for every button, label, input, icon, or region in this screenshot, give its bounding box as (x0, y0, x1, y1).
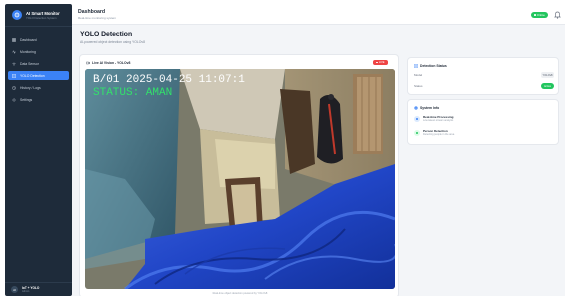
brand[interactable]: AI Smart Monitor YOLO Detection System (5, 4, 72, 27)
model-label: Model (414, 73, 423, 77)
bell-icon[interactable] (554, 11, 561, 19)
header-title: Dashboard (78, 9, 106, 15)
page-title: YOLO Detection (80, 31, 133, 38)
avatar: AI (11, 286, 18, 293)
live-dot-icon (376, 61, 378, 64)
detection-status-card: Detection Status Model YOLOv8 Status Act… (407, 57, 559, 95)
overlay-timestamp: B/01 2025-04-25 11:07:1 (93, 74, 245, 86)
online-status-label: Online (536, 13, 545, 17)
sidebar-item-label: Settings (20, 97, 33, 102)
live-badge-label: LIVE (378, 61, 385, 64)
sidebar-item-yolo-detection[interactable]: YOLO Detection (8, 71, 69, 80)
sidebar: AI Smart Monitor YOLO Detection System D… (5, 4, 72, 296)
online-status-badge: Online (531, 12, 548, 18)
sidebar-item-label: History / Logs (20, 85, 41, 90)
system-info-item-person: Person Detection Detecting people in the… (414, 129, 554, 139)
system-info-item-desc: Detecting people in the area (423, 133, 455, 136)
status-badge: Active (541, 83, 554, 89)
person-icon (414, 130, 420, 136)
info-icon (414, 106, 418, 110)
brand-logo-icon (12, 10, 22, 20)
page-subtitle: AI-powered object detection using YOLOv8 (80, 40, 145, 44)
system-info-title: System Info (420, 106, 440, 110)
sidebar-nav: Dashboard Monitoring Data Sensor YOLO De… (5, 27, 72, 104)
live-badge: LIVE (373, 60, 388, 65)
feed-title: Live AI Vision - YOLOv8 (92, 61, 131, 65)
pulse-icon (12, 49, 16, 54)
processing-icon (414, 116, 420, 122)
grid-icon (12, 37, 16, 42)
live-feed-card: Live AI Vision - YOLOv8 LIVE B/01 2025-0… (79, 54, 399, 296)
status-row: Status Active (414, 83, 554, 90)
sidebar-item-label: YOLO Detection (20, 73, 45, 78)
model-value-badge: YOLOv8 (541, 72, 554, 78)
gear-icon (12, 97, 16, 102)
sidebar-item-label: Dashboard (20, 37, 37, 42)
sidebar-item-label: Data Sensor (20, 61, 39, 66)
camera-frame-image: B/01 2025-04-25 11:07:1 STATUS: AMAN (85, 69, 395, 289)
clock-icon (12, 85, 16, 90)
sidebar-item-settings[interactable]: Settings (8, 95, 69, 104)
overlay-status: STATUS: AMAN (93, 87, 172, 99)
user-profile[interactable]: AI IoT + YOLO Admin (5, 282, 72, 296)
sidebar-item-dashboard[interactable]: Dashboard (8, 35, 69, 44)
camera-icon (86, 61, 90, 65)
system-info-header: System Info (414, 106, 439, 110)
status-dot-icon (534, 14, 536, 16)
sidebar-item-data-sensor[interactable]: Data Sensor (8, 59, 69, 68)
feed-header: Live AI Vision - YOLOv8 (86, 61, 130, 65)
target-icon (12, 73, 16, 78)
model-row: Model YOLOv8 (414, 72, 554, 79)
user-role: Admin (22, 290, 30, 293)
system-info-item-desc: Low-latean stream analysis (423, 119, 454, 122)
header-subtitle: Real-time monitoring system (78, 16, 117, 20)
system-info-card: System Info Real-time Processing Low-lat… (407, 99, 559, 145)
detection-status-title: Detection Status (420, 64, 447, 68)
system-info-item-processing: Real-time Processing Low-latean stream a… (414, 115, 554, 125)
sidebar-item-history-logs[interactable]: History / Logs (8, 83, 69, 92)
status-label: Status (414, 84, 423, 88)
detection-status-header: Detection Status (414, 64, 447, 68)
feed-caption: Real-time object detection powered by YO… (212, 292, 268, 295)
brand-title: AI Smart Monitor (26, 10, 60, 16)
sidebar-item-label: Monitoring (20, 49, 36, 54)
wifi-icon (12, 62, 16, 66)
crosshair-icon (414, 64, 418, 68)
video-feed[interactable]: B/01 2025-04-25 11:07:1 STATUS: AMAN (85, 69, 395, 289)
brand-text: AI Smart Monitor YOLO Detection System (26, 11, 60, 20)
main-content: YOLO Detection AI-powered object detecti… (72, 25, 565, 296)
app-root: AI Smart Monitor YOLO Detection System D… (0, 0, 565, 296)
top-header: Dashboard Real-time monitoring system On… (72, 4, 565, 25)
sidebar-item-monitoring[interactable]: Monitoring (8, 47, 69, 56)
brand-subtitle: YOLO Detection System (26, 15, 57, 20)
